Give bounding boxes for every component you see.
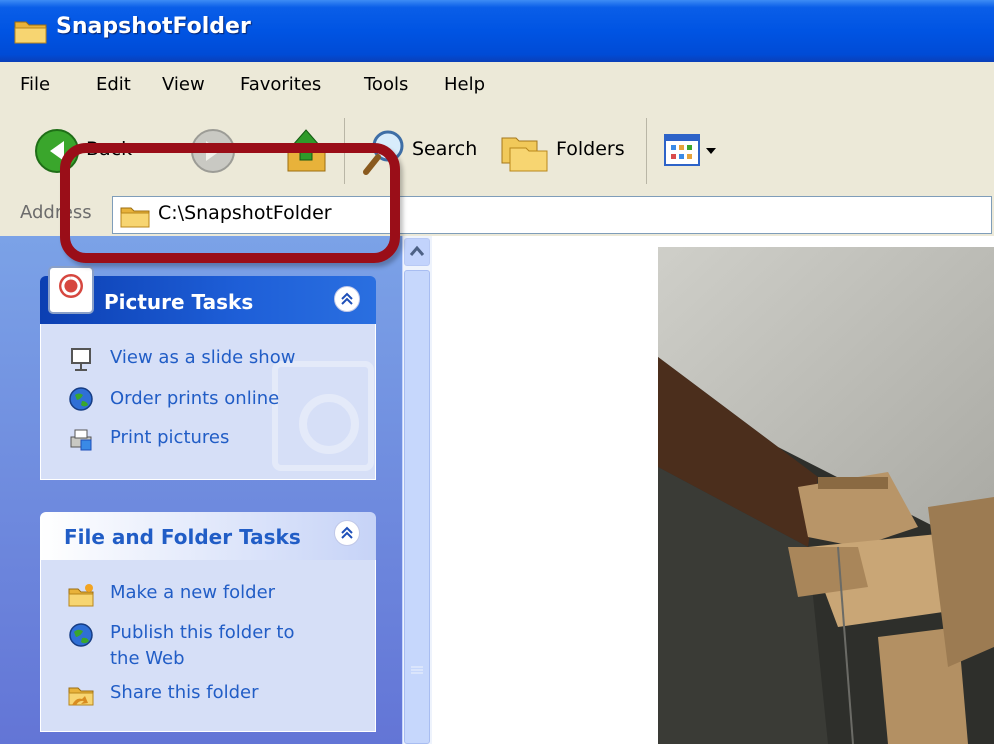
folders-label[interactable]: Folders [556, 138, 625, 160]
menu-tools[interactable]: Tools [364, 74, 408, 95]
publish-web-icon[interactable] [68, 622, 94, 648]
slide-show-icon[interactable] [68, 346, 94, 372]
photo-image [658, 247, 994, 744]
highlight-annotation [60, 143, 400, 263]
search-label[interactable]: Search [412, 138, 477, 160]
scroll-thumb[interactable] [404, 270, 430, 744]
menu-edit[interactable]: Edit [96, 74, 131, 95]
photo-preview[interactable] [658, 247, 994, 744]
picture-tasks-title[interactable]: Picture Tasks [104, 290, 253, 314]
task-make-new-folder[interactable]: Make a new folder [110, 582, 275, 603]
title-bar[interactable]: SnapshotFolder [0, 0, 994, 62]
file-folder-tasks-title[interactable]: File and Folder Tasks [64, 525, 301, 549]
share-folder-icon[interactable] [68, 681, 94, 707]
picture-icon [48, 266, 94, 314]
task-publish-folder[interactable]: Publish this folder to [110, 622, 295, 643]
toolbar-separator [646, 118, 647, 184]
views-icon[interactable] [664, 134, 720, 168]
folder-icon [14, 21, 47, 44]
task-share-folder[interactable]: Share this folder [110, 682, 258, 703]
task-print-pictures[interactable]: Print pictures [110, 427, 229, 448]
task-publish-folder-line2[interactable]: the Web [110, 648, 185, 669]
window-title: SnapshotFolder [56, 14, 251, 39]
scroll-up-button[interactable] [404, 238, 430, 266]
picture-watermark-icon [272, 361, 374, 471]
menu-view[interactable]: View [162, 74, 205, 95]
globe-icon[interactable] [68, 386, 94, 412]
print-icon[interactable] [68, 426, 94, 452]
folders-icon[interactable] [500, 130, 550, 174]
menu-file[interactable]: File [20, 74, 50, 95]
new-folder-icon[interactable] [68, 582, 94, 608]
collapse-chevron-icon[interactable] [334, 520, 360, 546]
menu-favorites[interactable]: Favorites [240, 74, 321, 95]
collapse-chevron-icon[interactable] [334, 286, 360, 312]
menu-help[interactable]: Help [444, 74, 485, 95]
menu-bar: File Edit View Favorites Tools Help [0, 62, 994, 109]
task-view-slide-show[interactable]: View as a slide show [110, 347, 295, 368]
grip-icon [411, 666, 423, 674]
task-order-prints[interactable]: Order prints online [110, 388, 279, 409]
